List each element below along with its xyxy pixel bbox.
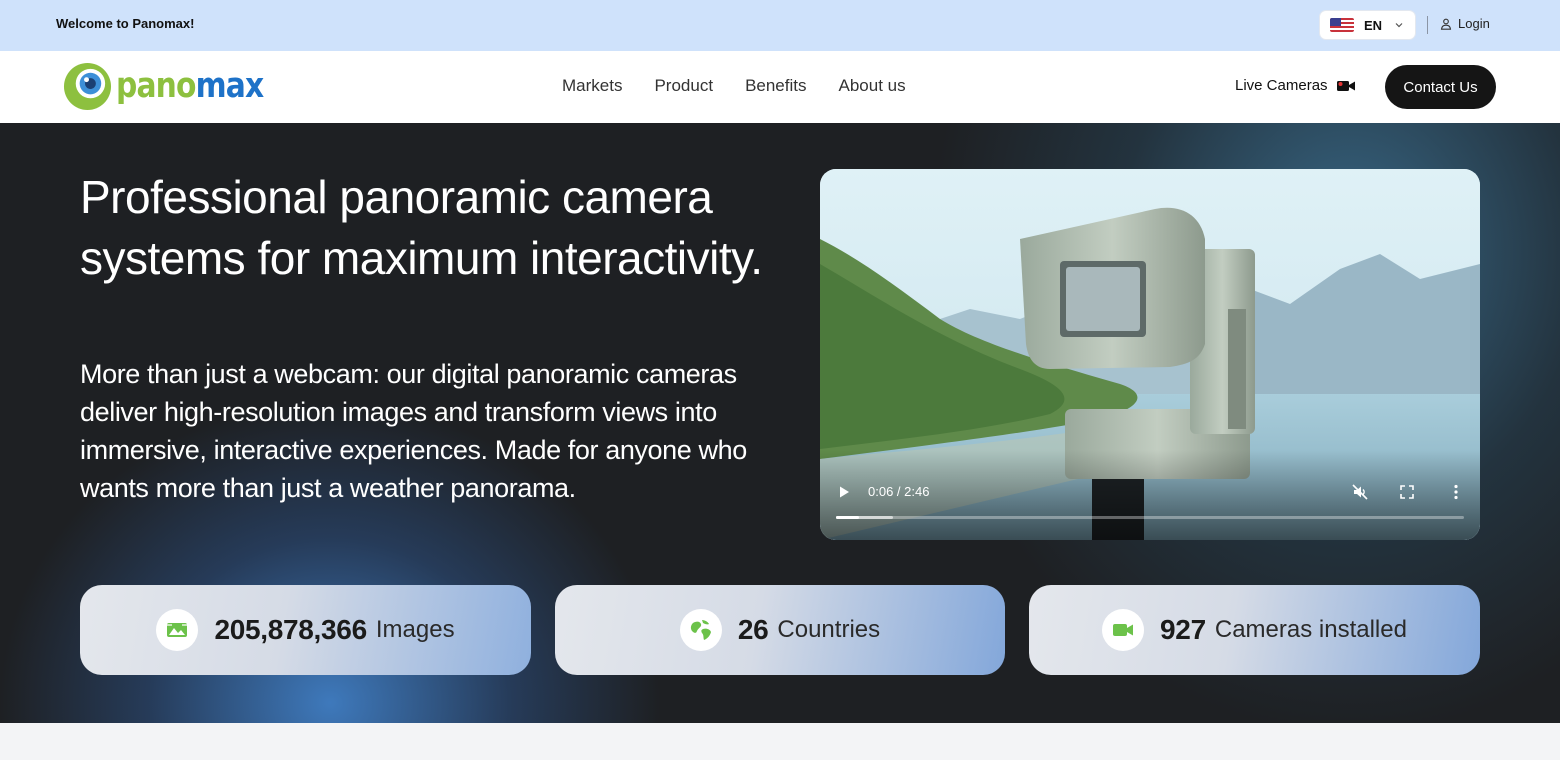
live-cameras-label: Live Cameras <box>1235 77 1328 94</box>
live-cameras-link[interactable]: Live Cameras <box>1235 77 1356 94</box>
video-progress-bar[interactable] <box>836 516 1464 519</box>
nav-link-about-us[interactable]: About us <box>839 76 906 96</box>
language-code: EN <box>1364 17 1383 33</box>
chevron-down-icon <box>1395 23 1403 28</box>
stat-label: Countries <box>777 616 881 643</box>
video-camera-icon <box>1336 80 1355 91</box>
stat-card-images: 205,878,366 Images <box>80 585 531 675</box>
stat-value: 927 <box>1160 614 1206 645</box>
hero-lead: More than just a webcam: our digital pan… <box>80 359 747 503</box>
nav-link-markets[interactable]: Markets <box>562 76 622 96</box>
play-icon[interactable] <box>836 484 852 500</box>
stat-value: 26 <box>737 614 769 645</box>
top-bar: Welcome to Panomax! EN Login <box>0 0 1560 51</box>
stat-value: 205,878,366 <box>214 614 367 645</box>
divider <box>1427 16 1428 34</box>
stat-card-countries: 26 Countries <box>555 585 1005 675</box>
nav-link-product[interactable]: Product <box>654 76 713 96</box>
globe-icon <box>679 609 722 651</box>
hero-title: Professional panoramic camera systems fo… <box>80 171 763 284</box>
contact-us-button[interactable]: Contact Us <box>1385 65 1496 109</box>
panomax-logo[interactable]: panomax <box>63 62 289 111</box>
video-camera-icon <box>1102 609 1145 651</box>
us-flag-icon <box>1330 18 1354 32</box>
user-icon <box>1440 18 1452 30</box>
video-played <box>836 516 859 519</box>
more-options-icon[interactable] <box>1450 483 1462 501</box>
nav-links: Markets Product Benefits About us <box>562 76 906 96</box>
stat-card-cameras: 927 Cameras installed <box>1029 585 1480 675</box>
eye-logo-icon <box>63 62 112 111</box>
logo-wordmark: panomax <box>116 66 264 106</box>
login-link[interactable]: Login <box>1440 16 1490 31</box>
video-player[interactable]: 0:06 / 2:46 <box>820 169 1480 540</box>
welcome-text: Welcome to Panomax! <box>56 16 195 31</box>
next-section <box>0 723 1560 760</box>
hero-section: Professional panoramic camera systems fo… <box>0 123 1560 723</box>
image-icon <box>156 609 199 651</box>
fullscreen-icon[interactable] <box>1399 484 1415 500</box>
stat-label: Cameras installed <box>1214 616 1407 643</box>
nav-link-benefits[interactable]: Benefits <box>745 76 806 96</box>
main-nav: panomax Markets Product Benefits About u… <box>0 51 1560 123</box>
login-label: Login <box>1458 16 1490 31</box>
muted-icon[interactable] <box>1351 483 1369 501</box>
video-time: 0:06 / 2:46 <box>868 484 930 499</box>
stat-label: Images <box>375 616 455 643</box>
language-select[interactable]: EN <box>1320 11 1415 39</box>
